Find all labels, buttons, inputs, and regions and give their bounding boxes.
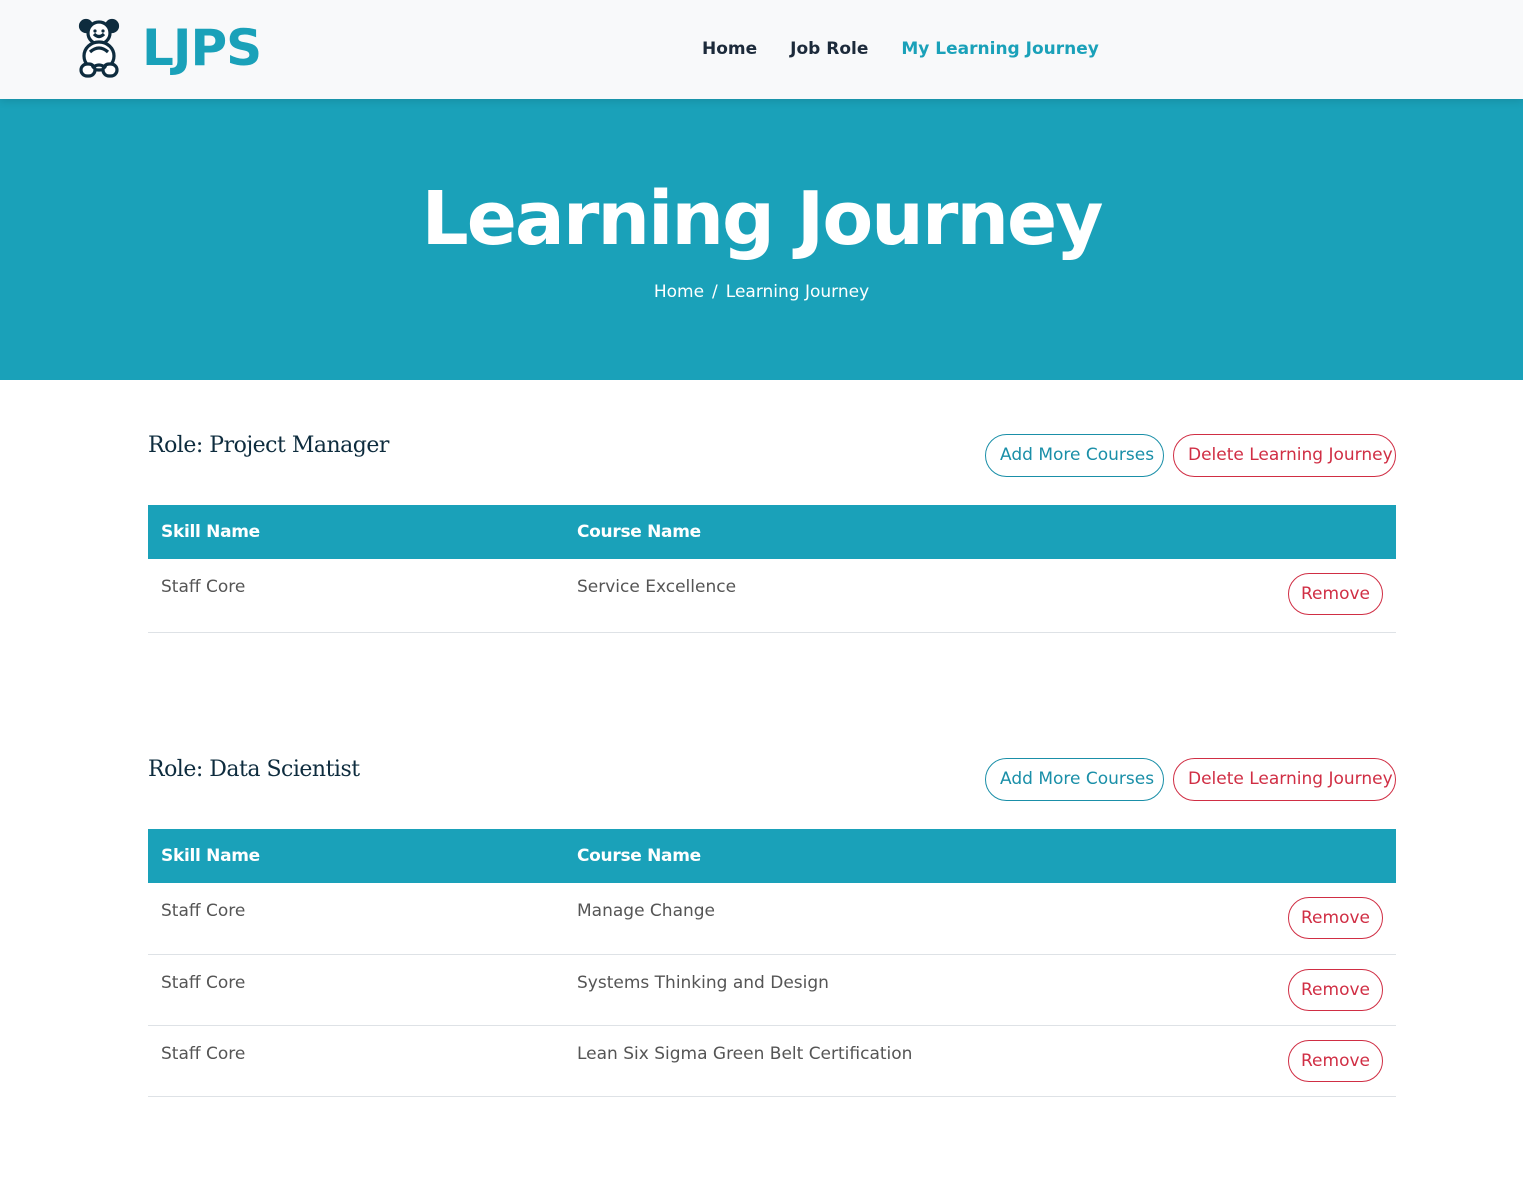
skill-name-header: Skill Name: [161, 846, 260, 866]
table-row: Staff Core Manage Change Remove: [148, 883, 1396, 955]
brand-name: LJPS: [142, 19, 262, 77]
teddy-bear-icon: [78, 18, 120, 78]
action-header: [1067, 505, 1396, 559]
main-nav: Home Job Role My Learning Journey: [702, 36, 1099, 62]
action-cell: Remove: [1067, 559, 1396, 633]
table-row: Staff Core Service Excellence Remove: [148, 559, 1396, 633]
breadcrumb-current: Learning Journey: [725, 282, 870, 302]
action-cell: Remove: [1187, 1025, 1396, 1097]
table-header-row: Skill Name Course Name: [148, 505, 1396, 559]
courses-table: Skill Name Course Name Staff Core Manage…: [148, 829, 1396, 1097]
course-cell: Systems Thinking and Design: [564, 954, 1188, 1026]
top-navbar: LJPS Home Job Role My Learning Journey: [0, 0, 1523, 99]
breadcrumb-home[interactable]: Home: [654, 282, 704, 302]
delete-learning-journey-button[interactable]: Delete Learning Journey: [1173, 434, 1396, 477]
page-title: Learning Journey: [421, 176, 1104, 262]
action-cell: Remove: [1187, 883, 1396, 955]
journey-actions: Add More Courses Delete Learning Journey: [985, 758, 1396, 801]
nav-my-learning-journey[interactable]: My Learning Journey: [901, 36, 1098, 62]
action-cell: Remove: [1187, 954, 1396, 1026]
skill-cell: Staff Core: [148, 883, 564, 955]
role-title: Role: Data Scientist: [148, 757, 360, 782]
nav-job-role[interactable]: Job Role: [790, 36, 868, 62]
journey-actions: Add More Courses Delete Learning Journey: [985, 434, 1396, 477]
remove-button[interactable]: Remove: [1288, 573, 1383, 615]
remove-button[interactable]: Remove: [1288, 1039, 1383, 1082]
role-title: Role: Project Manager: [148, 433, 389, 458]
brand-link[interactable]: LJPS: [78, 16, 262, 80]
remove-button[interactable]: Remove: [1288, 968, 1383, 1011]
skill-name-header: Skill Name: [161, 522, 260, 542]
skill-cell: Staff Core: [148, 559, 564, 633]
course-cell: Service Excellence: [564, 559, 1068, 633]
breadcrumb: Home / Learning Journey: [0, 280, 1523, 304]
skill-cell: Staff Core: [148, 1025, 564, 1097]
skill-cell: Staff Core: [148, 954, 564, 1026]
table-row: Staff Core Systems Thinking and Design R…: [148, 954, 1396, 1026]
delete-learning-journey-button[interactable]: Delete Learning Journey: [1173, 758, 1396, 801]
course-cell: Lean Six Sigma Green Belt Certification: [564, 1025, 1188, 1097]
page-hero: Learning Journey Home / Learning Journey: [0, 99, 1523, 380]
table-row: Staff Core Lean Six Sigma Green Belt Cer…: [148, 1025, 1396, 1097]
course-name-header: Course Name: [577, 846, 701, 866]
nav-home[interactable]: Home: [702, 36, 757, 62]
action-header: [1187, 829, 1396, 883]
table-header-row: Skill Name Course Name: [148, 829, 1396, 883]
add-more-courses-button[interactable]: Add More Courses: [985, 758, 1164, 801]
course-name-header: Course Name: [577, 522, 701, 542]
course-cell: Manage Change: [564, 883, 1188, 955]
add-more-courses-button[interactable]: Add More Courses: [985, 434, 1164, 477]
breadcrumb-separator: /: [712, 282, 718, 302]
courses-table: Skill Name Course Name Staff Core Servic…: [148, 505, 1396, 633]
remove-button[interactable]: Remove: [1288, 897, 1383, 939]
